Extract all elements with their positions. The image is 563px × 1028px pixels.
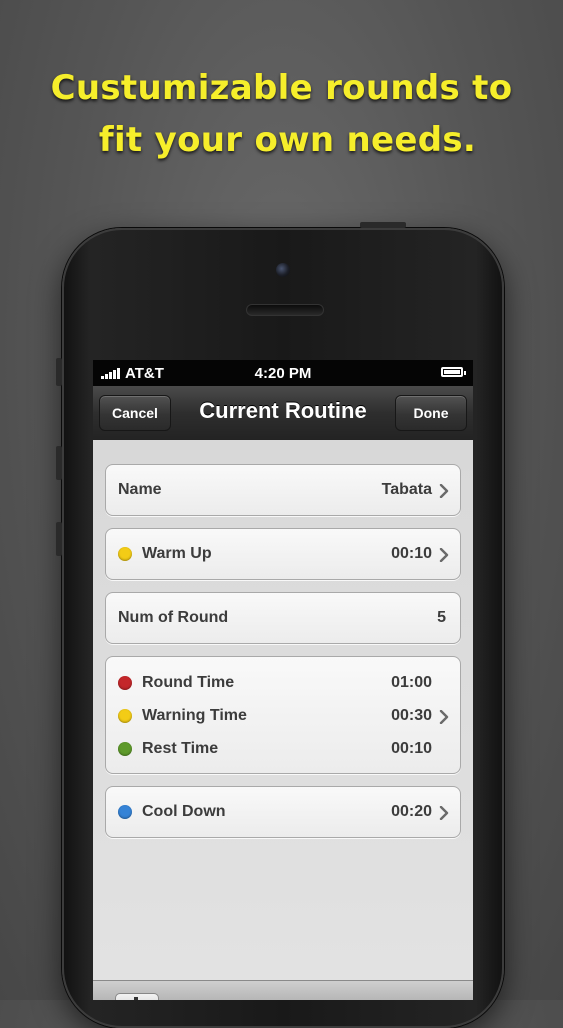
sleep-button xyxy=(360,222,406,228)
mute-switch xyxy=(56,358,62,386)
green-dot-icon xyxy=(118,742,132,756)
volume-down-button xyxy=(56,522,62,556)
warm-up-value: 00:10 xyxy=(391,545,432,562)
navigation-bar: Current Routine Cancel Done xyxy=(93,386,473,441)
cool-down-value: 00:20 xyxy=(391,803,432,820)
volume-up-button xyxy=(56,446,62,480)
list-item: Warning Time 00:30 xyxy=(106,700,462,732)
warm-up-label: Warm Up xyxy=(142,545,212,562)
warm-up-cell[interactable]: Warm Up 00:10 xyxy=(105,528,461,580)
toolbar-button[interactable] xyxy=(115,993,159,1000)
list-item: Rest Time 00:10 xyxy=(106,733,462,765)
headline-line-2: fit your own needs. xyxy=(98,120,477,160)
front-camera-icon xyxy=(276,263,290,277)
chevron-right-icon xyxy=(439,710,449,724)
round-time-value: 01:00 xyxy=(391,674,432,691)
rest-time-value: 00:10 xyxy=(391,740,432,757)
num-rounds-cell[interactable]: Num of Round 5 xyxy=(105,592,461,644)
list-item: Round Time 01:00 xyxy=(106,667,462,699)
intervals-cell[interactable]: Round Time 01:00 Warning Time 00:30 Rest… xyxy=(105,656,461,774)
num-rounds-value: 5 xyxy=(437,609,446,626)
chevron-right-icon xyxy=(439,548,449,562)
phone-screen: AT&T 4:20 PM Current Routine Cancel Done… xyxy=(93,360,473,1000)
cool-down-cell[interactable]: Cool Down 00:20 xyxy=(105,786,461,838)
warning-time-label: Warning Time xyxy=(142,707,247,724)
num-rounds-label: Num of Round xyxy=(118,609,229,626)
cool-down-label: Cool Down xyxy=(142,803,226,820)
name-value: Tabata xyxy=(381,481,432,498)
status-bar: AT&T 4:20 PM xyxy=(93,360,473,386)
rest-time-label: Rest Time xyxy=(142,740,219,757)
chevron-right-icon xyxy=(439,484,449,498)
yellow-dot-icon xyxy=(118,709,132,723)
done-button[interactable]: Done xyxy=(395,395,467,431)
routine-settings-list: Name Tabata Warm Up 00:10 Num of Round 5 xyxy=(93,440,473,980)
blue-dot-icon xyxy=(118,805,132,819)
round-time-label: Round Time xyxy=(142,674,235,691)
earpiece-speaker xyxy=(246,304,324,316)
name-cell[interactable]: Name Tabata xyxy=(105,464,461,516)
chevron-right-icon xyxy=(439,806,449,820)
cancel-button[interactable]: Cancel xyxy=(99,395,171,431)
warning-time-value: 00:30 xyxy=(391,707,432,724)
bottom-toolbar xyxy=(93,980,473,1000)
red-dot-icon xyxy=(118,676,132,690)
status-time: 4:20 PM xyxy=(254,365,312,382)
battery-icon xyxy=(441,367,466,377)
headline-line-1: Custumizable rounds to xyxy=(50,68,513,108)
yellow-dot-icon xyxy=(118,547,132,561)
name-label: Name xyxy=(118,481,162,498)
